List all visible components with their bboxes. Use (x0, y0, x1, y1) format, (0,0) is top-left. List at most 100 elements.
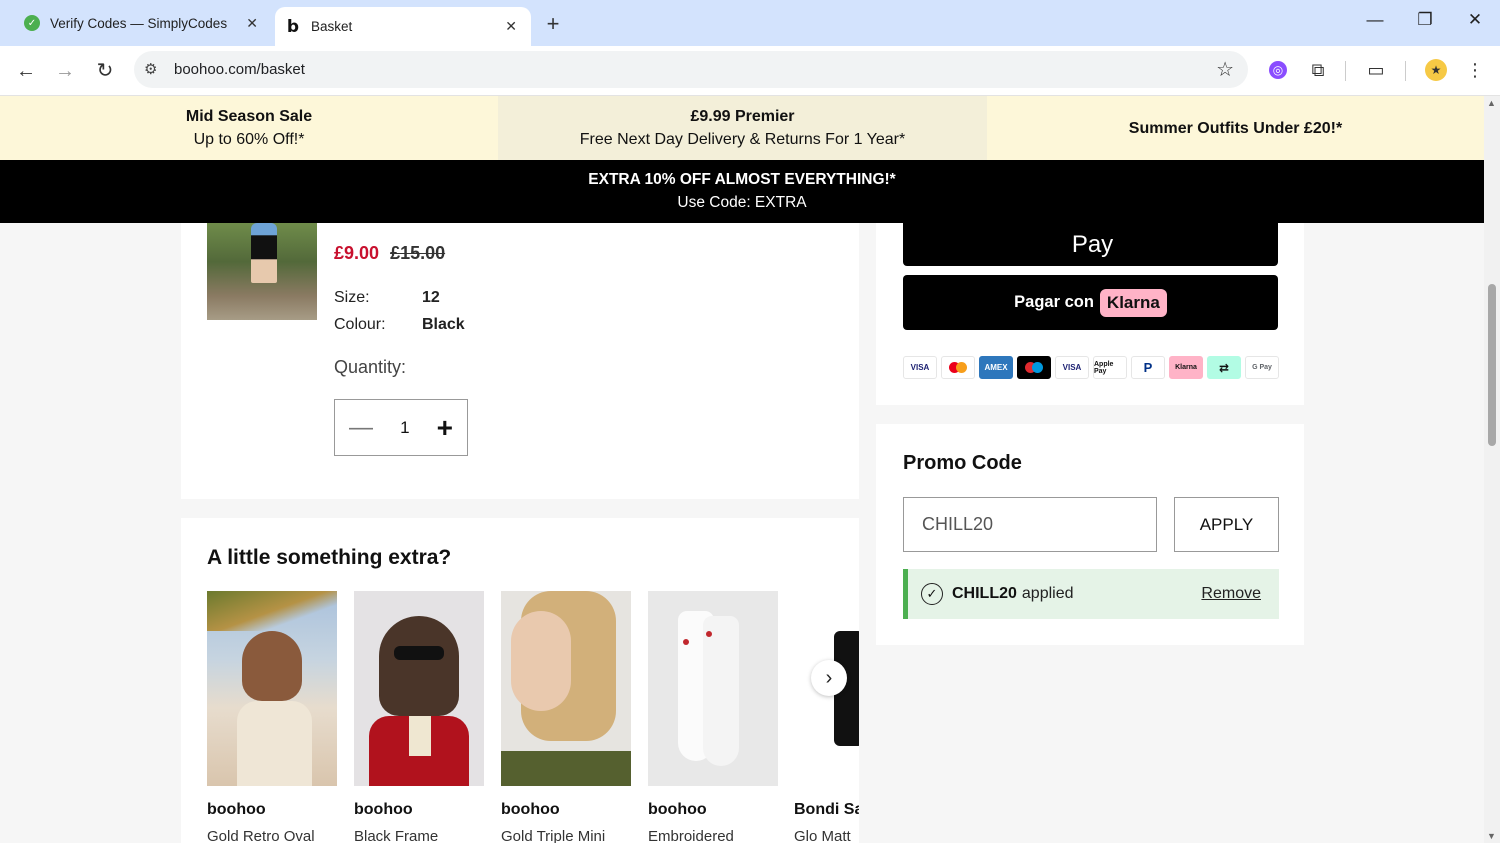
reco-brand: boohoo (648, 801, 707, 818)
paypal-icon: P (1131, 356, 1165, 379)
promo-code-input[interactable] (903, 497, 1157, 552)
klarna-pay-button[interactable]: Pagar con Klarna (903, 275, 1278, 330)
reco-name[interactable]: Gold Triple Mini (501, 828, 631, 843)
simplycodes-favicon-icon: ✓ (24, 15, 40, 31)
extra-discount-banner[interactable]: EXTRA 10% OFF ALMOST EVERYTHING!* Use Co… (0, 160, 1484, 223)
browser-toolbar: ← → ↻ ⚙ boohoo.com/basket ☆ ◎ ⧉ ▭ ★ ⋮ (0, 46, 1500, 96)
promo-title: Mid Season Sale (185, 108, 313, 125)
size-row: Size: 12 (334, 289, 440, 307)
minimize-icon[interactable]: — (1360, 10, 1390, 30)
reco-image[interactable] (501, 591, 631, 786)
menu-kebab-icon[interactable]: ⋮ (1463, 58, 1487, 82)
tab-title: Basket (311, 19, 353, 34)
visa-electron-icon: VISA (1055, 356, 1089, 379)
carousel-next-icon[interactable]: › (811, 660, 847, 696)
reco-image[interactable] (354, 591, 484, 786)
extension-icon[interactable]: ◎ (1269, 61, 1287, 79)
promo-sale-link[interactable]: Mid Season Sale Up to 60% Off!* (0, 96, 498, 160)
klarna-icon: Klarna (1169, 356, 1203, 379)
scroll-up-icon[interactable]: ▲ (1487, 98, 1496, 108)
close-window-icon[interactable]: ✕ (1460, 10, 1490, 30)
price-row: £9.00 £15.00 (334, 243, 445, 264)
check-circle-icon: ✓ (921, 583, 943, 605)
tab-strip: ✓ Verify Codes — SimplyCodes ✕ b Basket … (0, 0, 1500, 46)
forward-icon[interactable]: → (51, 57, 79, 85)
promo-code-card: Promo Code APPLY ✓ CHILL20 applied Remov… (876, 424, 1304, 645)
reco-name[interactable]: Glo Matt (794, 828, 859, 843)
boohoo-favicon-icon: b (285, 16, 301, 37)
quantity-stepper: — 1 + (334, 399, 468, 456)
size-value: 12 (422, 289, 440, 306)
increase-quantity-icon[interactable]: + (437, 412, 453, 444)
product-model-figure (251, 223, 277, 283)
address-bar[interactable]: ⚙ boohoo.com/basket ☆ (134, 51, 1248, 88)
promo-title: Summer Outfits Under £20!* (1128, 119, 1343, 137)
toolbar-divider (1345, 61, 1346, 81)
klarna-logo-icon: Klarna (1099, 288, 1167, 317)
apple-pay-button[interactable]: Pay (903, 223, 1278, 266)
quantity-label: Quantity: (334, 357, 407, 377)
promo-summer-link[interactable]: Summer Outfits Under £20!* (987, 96, 1484, 160)
price-was: £15.00 (390, 243, 446, 263)
banner-subtitle: Use Code: EXTRA (677, 194, 807, 211)
applied-code: CHILL20 (952, 585, 1017, 602)
reco-item[interactable]: boohoo Gold Triple Mini (501, 591, 631, 843)
tab-search-icon[interactable]: ▭ (1364, 58, 1388, 82)
promo-premier-link[interactable]: £9.99 Premier Free Next Day Delivery & R… (498, 96, 987, 160)
tab-simplycodes[interactable]: ✓ Verify Codes — SimplyCodes ✕ (10, 0, 272, 46)
basket-item-card: £9.00 £15.00 Size: 12 Colour: Black Quan… (181, 223, 859, 499)
colour-row: Colour: Black (334, 316, 465, 334)
quantity-value[interactable]: 1 (400, 418, 409, 438)
reco-image[interactable] (648, 591, 778, 786)
remove-promo-link[interactable]: Remove (1201, 585, 1261, 603)
google-pay-icon: G Pay (1245, 356, 1279, 379)
reco-name[interactable]: Black Frame (354, 828, 484, 843)
promo-title: £9.99 Premier (690, 108, 795, 125)
promo-code-title: Promo Code (903, 452, 1022, 474)
back-icon[interactable]: ← (12, 57, 40, 85)
express-checkout-card: Pay Pagar con Klarna VISA AMEX VISA Appl… (876, 223, 1304, 405)
extensions-puzzle-icon[interactable]: ⧉ (1306, 58, 1330, 82)
scroll-thumb[interactable] (1488, 284, 1496, 446)
mastercard-icon (941, 356, 975, 379)
reco-item[interactable]: boohoo Black Frame (354, 591, 484, 843)
reco-image[interactable] (207, 591, 337, 786)
size-label: Size: (334, 289, 370, 306)
profile-avatar-icon[interactable]: ★ (1425, 59, 1447, 81)
scroll-down-icon[interactable]: ▼ (1487, 831, 1496, 841)
url-text[interactable]: boohoo.com/basket (174, 61, 305, 78)
apply-button[interactable]: APPLY (1174, 497, 1279, 552)
payment-methods: VISA AMEX VISA Apple Pay P Klarna ⇄ G Pa… (903, 356, 1279, 379)
visa-icon: VISA (903, 356, 937, 379)
site-info-icon[interactable]: ⚙ (144, 60, 157, 78)
clearpay-icon: ⇄ (1207, 356, 1241, 379)
close-tab-icon[interactable]: ✕ (505, 18, 517, 35)
reco-brand: Bondi Sa (794, 801, 859, 818)
reco-item[interactable]: Bondi Sa Glo Matt (794, 591, 859, 843)
apple-pay-icon: Apple Pay (1093, 356, 1127, 379)
reco-name[interactable]: Gold Retro Oval (207, 828, 337, 843)
colour-label: Colour: (334, 316, 386, 333)
reco-brand: boohoo (354, 801, 413, 818)
applied-text: applied (1021, 585, 1074, 602)
reco-item[interactable]: boohoo Embroidered (648, 591, 778, 843)
close-tab-icon[interactable]: ✕ (246, 15, 258, 32)
reco-brand: boohoo (207, 801, 266, 818)
klarna-prefix: Pagar con (1014, 293, 1094, 311)
price-now: £9.00 (334, 243, 380, 263)
reco-item[interactable]: boohoo Gold Retro Oval (207, 591, 337, 843)
promo-applied-notice: ✓ CHILL20 applied Remove (903, 569, 1279, 619)
page-scrollbar[interactable]: ▲ ▼ (1484, 96, 1500, 843)
tab-basket[interactable]: b Basket ✕ (275, 7, 531, 46)
reload-icon[interactable]: ↻ (91, 57, 119, 85)
restore-icon[interactable]: ❐ (1410, 10, 1440, 30)
reco-name[interactable]: Embroidered (648, 828, 778, 843)
new-tab-icon[interactable]: + (541, 11, 565, 37)
decrease-quantity-icon[interactable]: — (349, 414, 373, 442)
colour-value: Black (422, 316, 465, 333)
bookmark-star-icon[interactable]: ☆ (1216, 57, 1234, 82)
toolbar-divider (1405, 61, 1406, 81)
tab-title: Verify Codes — SimplyCodes (50, 15, 228, 31)
amex-icon: AMEX (979, 356, 1013, 379)
product-image[interactable] (207, 223, 317, 320)
